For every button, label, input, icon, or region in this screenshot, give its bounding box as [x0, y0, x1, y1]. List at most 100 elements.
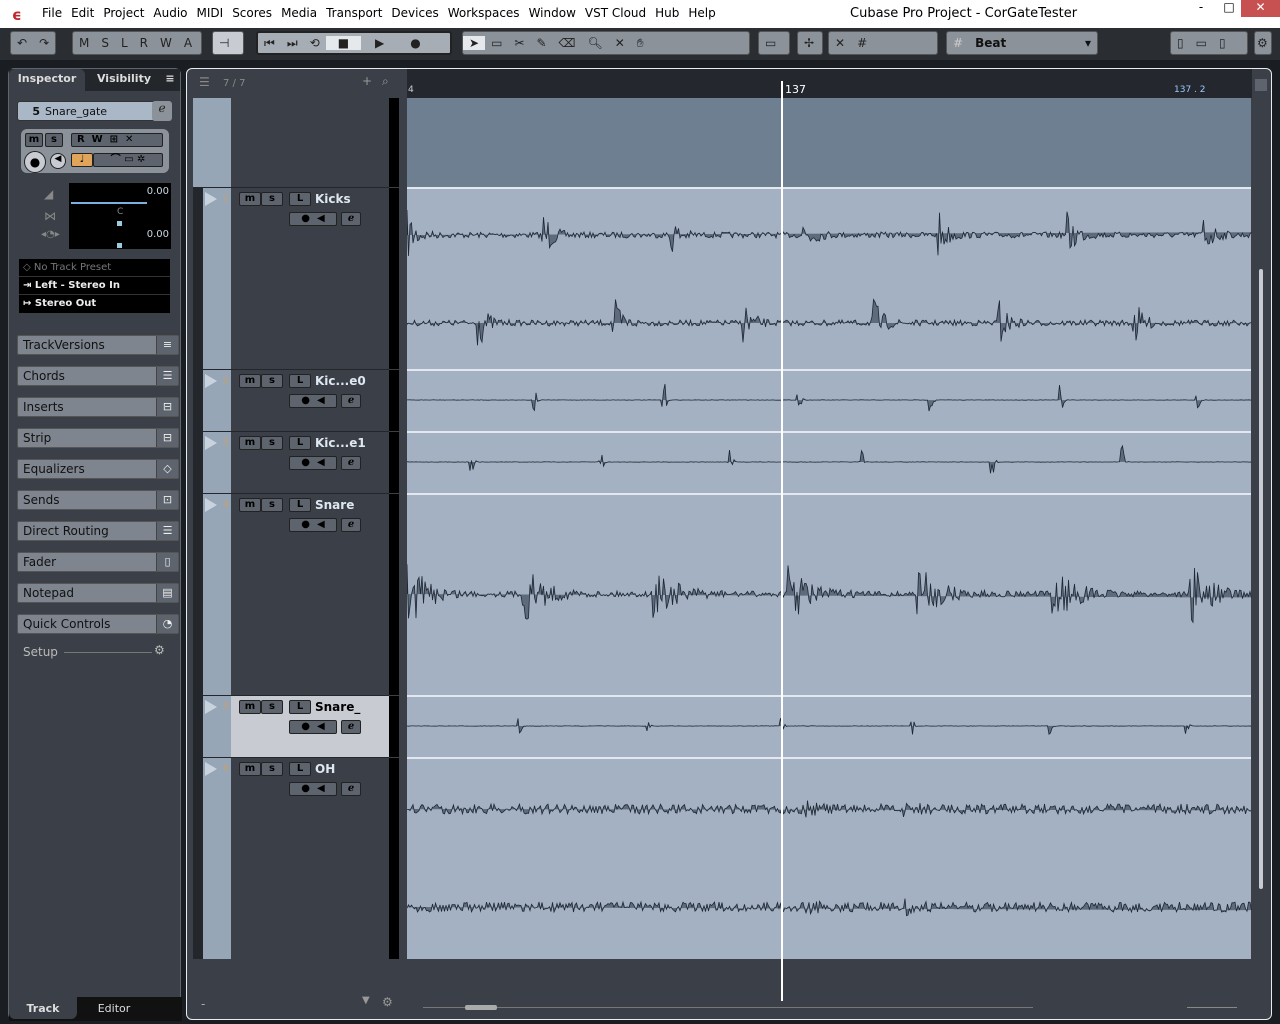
menu-scores[interactable]: Scores	[232, 6, 272, 20]
section-strip[interactable]: Strip ⊟	[17, 428, 179, 448]
mute-button[interactable]: m	[25, 133, 43, 147]
monitor-button[interactable]: ◀	[50, 153, 66, 169]
tab-track[interactable]: Track	[9, 997, 77, 1019]
read-automation-button[interactable]: L	[289, 498, 311, 512]
settings-gear-icon[interactable]: ⚙	[1254, 31, 1272, 55]
delay-slider[interactable]	[117, 243, 122, 248]
record-monitor-buttons[interactable]: ● ◀	[289, 456, 337, 470]
edit-channel-button[interactable]: ℯ	[152, 101, 172, 121]
pan-value[interactable]: C	[117, 207, 123, 217]
mute-button[interactable]: m	[239, 192, 261, 206]
timebase-button[interactable]: ♩	[71, 153, 93, 167]
zoom-tool-icon[interactable]: 🔍︎	[582, 36, 609, 50]
track-header[interactable]: 2 m s L Kic...e0 ● ◀ ℯ	[193, 369, 399, 431]
edit-channel-button[interactable]: ℯ	[341, 212, 361, 226]
hand-tool-icon[interactable]: ✋︎	[631, 36, 650, 51]
add-track-icon[interactable]: +	[362, 74, 372, 88]
footer-gear-icon[interactable]: ⚙	[382, 995, 393, 1009]
edit-channel-button[interactable]: ℯ	[341, 782, 361, 796]
maximize-button[interactable]: □	[1214, 0, 1244, 18]
grid-icon[interactable]: #	[851, 36, 873, 50]
volume-value[interactable]: 0.00	[147, 186, 169, 197]
section-quick-controls[interactable]: Quick Controls ◔	[17, 614, 179, 634]
find-track-icon[interactable]: ⌕	[382, 74, 389, 89]
read-automation-button[interactable]: L	[289, 192, 311, 206]
redo-button[interactable]: ↷	[33, 36, 55, 50]
track-name-field[interactable]: 5 Snare_gate	[17, 101, 172, 121]
marker-track-header[interactable]	[193, 98, 399, 187]
setup-gear-icon[interactable]: ⚙	[154, 643, 165, 657]
solo-button[interactable]: s	[261, 192, 283, 206]
horizontal-scrollbar[interactable]	[465, 1005, 497, 1010]
menu-vst-cloud[interactable]: VST Cloud	[585, 6, 646, 20]
state-button-l[interactable]: L	[115, 36, 134, 50]
play-icon[interactable]: ▶	[361, 36, 398, 50]
expand-icon[interactable]	[205, 762, 217, 776]
track-name[interactable]: Kicks	[315, 192, 351, 206]
menu-devices[interactable]: Devices	[391, 6, 438, 20]
zoom-slider[interactable]	[1187, 1007, 1237, 1008]
section-trackversions[interactable]: TrackVersions ≡	[17, 335, 179, 355]
section-fader[interactable]: Fader ▯	[17, 552, 179, 572]
input-routing[interactable]: ⇥ Left - Stereo In	[19, 277, 170, 295]
color-button[interactable]: ▭	[758, 31, 790, 55]
track-name[interactable]: OH	[315, 762, 335, 776]
menu-transport[interactable]: Transport	[326, 6, 382, 20]
read-automation-button[interactable]: L	[289, 436, 311, 450]
track-name[interactable]: Snare_	[315, 700, 360, 714]
track-header[interactable]: 3 m s L Kic...e1 ● ◀ ℯ	[193, 431, 399, 493]
record-monitor-buttons[interactable]: ● ◀	[289, 782, 337, 796]
split-tool-icon[interactable]: ✂	[508, 36, 530, 50]
edit-channel-button[interactable]: ℯ	[341, 720, 361, 734]
volume-slider[interactable]	[71, 202, 147, 204]
state-button-w[interactable]: W	[154, 36, 178, 50]
glue-tool-icon[interactable]: ✎	[530, 36, 552, 50]
project-cursor[interactable]	[781, 81, 783, 1001]
state-button-m[interactable]: M	[73, 36, 95, 50]
solo-button[interactable]: s	[45, 133, 63, 147]
undo-button[interactable]: ↶	[11, 36, 33, 50]
record-monitor-buttons[interactable]: ● ◀	[289, 212, 337, 226]
read-automation-button[interactable]: L	[289, 374, 311, 388]
range-tool-icon[interactable]: ▭	[485, 36, 508, 50]
mute-button[interactable]: m	[239, 436, 261, 450]
close-button[interactable]: ✕	[1241, 0, 1280, 17]
section-chords[interactable]: Chords ☰	[17, 366, 179, 386]
menu-help[interactable]: Help	[688, 6, 715, 20]
go-to-end-icon[interactable]: ⏭	[281, 36, 304, 51]
tab-inspector[interactable]: Inspector	[9, 69, 85, 91]
snap-icon[interactable]: ✕	[829, 36, 851, 50]
menu-window[interactable]: Window	[529, 6, 576, 20]
expand-icon[interactable]	[205, 700, 217, 714]
menu-edit[interactable]: Edit	[71, 6, 94, 20]
menu-midi[interactable]: MIDI	[197, 6, 224, 20]
mute-button[interactable]: m	[239, 498, 261, 512]
solo-button[interactable]: s	[261, 498, 283, 512]
edit-channel-button[interactable]: ℯ	[341, 518, 361, 532]
expand-icon[interactable]	[205, 436, 217, 450]
track-header[interactable]: 5 m s L Snare_ ● ◀ ℯ	[193, 695, 399, 757]
record-monitor-buttons[interactable]: ● ◀	[289, 394, 337, 408]
go-to-start-icon[interactable]: ⏮	[258, 36, 281, 51]
delay-value[interactable]: 0.00	[147, 229, 169, 240]
menu-audio[interactable]: Audio	[153, 6, 187, 20]
record-enable-button[interactable]: ●	[24, 151, 46, 173]
cycle-icon[interactable]: ⟲	[304, 36, 326, 50]
track-preset-selector[interactable]: ◇ No Track Preset	[19, 259, 170, 277]
output-routing[interactable]: ↦ Stereo Out	[19, 295, 170, 313]
track-name[interactable]: Snare	[315, 498, 354, 512]
state-button-r[interactable]: R	[134, 36, 154, 50]
cubase-logo-icon[interactable]: ϵ	[12, 6, 26, 24]
window-layout-buttons[interactable]: ▯ ▭ ▯	[1170, 31, 1248, 55]
menu-hub[interactable]: Hub	[655, 6, 679, 20]
track-header[interactable]: 6 m s L OH ● ◀ ℯ	[193, 757, 399, 959]
menu-file[interactable]: File	[42, 6, 62, 20]
solo-button[interactable]: s	[261, 436, 283, 450]
ruler-menu-icon[interactable]	[1255, 79, 1267, 91]
object-selection-tool-icon[interactable]: ➤	[463, 36, 486, 50]
section-direct-routing[interactable]: Direct Routing ☰	[17, 521, 179, 541]
edit-channel-button[interactable]: ℯ	[341, 456, 361, 470]
mute-button[interactable]: m	[239, 374, 261, 388]
vertical-scrollbar[interactable]	[1259, 269, 1263, 889]
constrain-delay-button[interactable]: ⊣	[212, 31, 244, 55]
